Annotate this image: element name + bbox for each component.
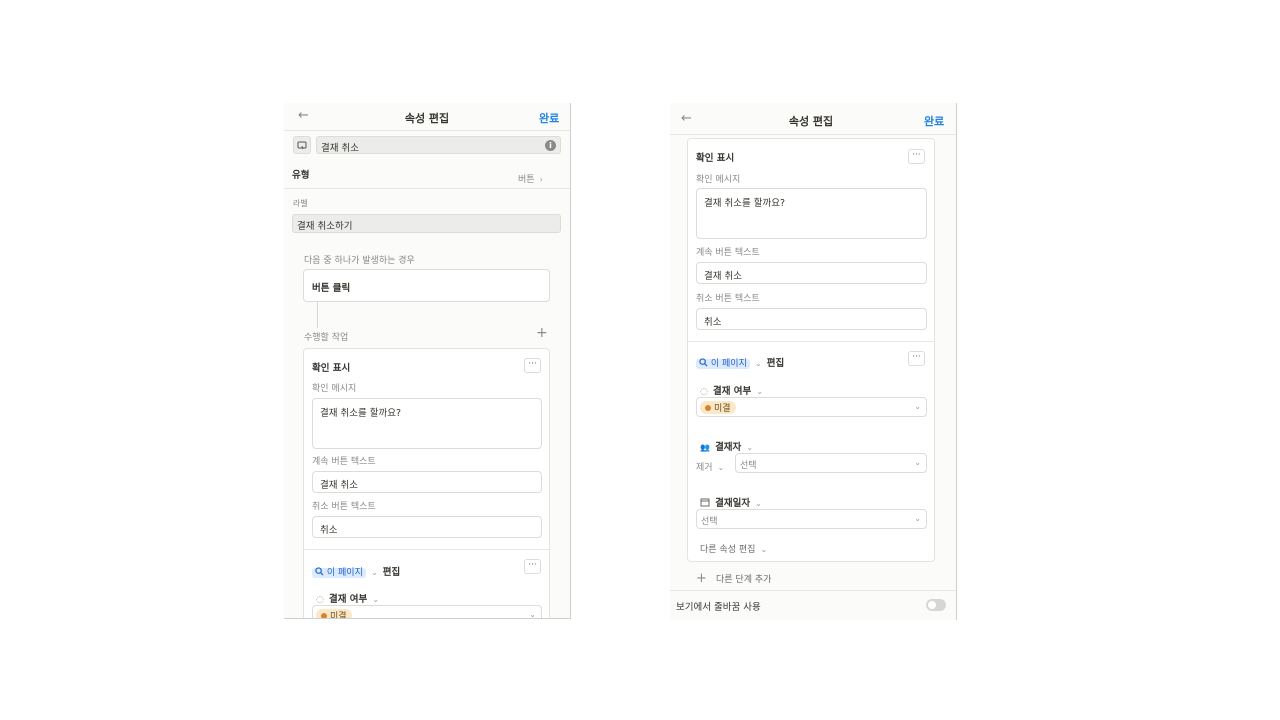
page-tag[interactable]: 이 페이지 ⌄ 편집 (312, 560, 400, 579)
type-label: 유형 (292, 170, 310, 181)
cancel-label: 취소 버튼 텍스트 (696, 294, 760, 304)
person-select[interactable]: 선택 ⌄ (735, 453, 927, 473)
search-icon (315, 567, 324, 576)
right-edit-property-panel: ← 속성 편집 완료 확인 표시 ··· 확인 메시지 결재 취소를 할까요? … (670, 103, 957, 620)
property-name-value: 결재 취소 (321, 143, 359, 154)
status-property-name: 결재 여부 (328, 594, 368, 605)
actions-heading: 수행할 작업 (304, 333, 349, 343)
page-tag[interactable]: 이 페이지 ⌄ 편집 (696, 351, 784, 370)
status-loading-icon: ◌ (700, 387, 708, 397)
person-mode-value: 제거 (696, 463, 713, 473)
chevron-down-icon: ⌄ (370, 568, 378, 577)
person-mode-select[interactable]: 제거 ⌄ (696, 455, 724, 474)
more-icon[interactable]: ··· (524, 358, 541, 373)
other-properties-label: 다른 속성 편집 (700, 545, 756, 555)
date-property-name: 결재일자 (715, 498, 751, 509)
cancel-field[interactable]: 취소 (696, 308, 927, 330)
status-value-tag: 미결 (316, 609, 352, 618)
message-field[interactable]: 결재 취소를 할까요? (696, 188, 927, 239)
confirm-title: 확인 표시 (312, 363, 351, 374)
edit-text: 편집 (766, 358, 785, 369)
wrap-toggle[interactable] (926, 599, 946, 611)
person-property[interactable]: 👥 결재자 ⌄ (700, 435, 753, 454)
status-select[interactable]: 미결 ⌄ (696, 397, 927, 417)
add-step-label: 다른 단계 추가 (716, 575, 772, 585)
chevron-down-icon: ⌄ (756, 387, 764, 396)
status-select[interactable]: 미결 ⌄ (312, 605, 542, 619)
status-property[interactable]: ◌ 결재 여부 ⌄ (700, 379, 763, 398)
status-value-tag: 미결 (700, 401, 736, 414)
chevron-right-icon: › (539, 175, 543, 184)
label-field[interactable]: 결재 취소하기 (292, 214, 561, 233)
date-select[interactable]: 선택 ⌄ (696, 509, 927, 529)
chevron-down-icon: ⌄ (754, 359, 762, 368)
message-label: 확인 메시지 (696, 175, 741, 185)
status-property[interactable]: ◌ 결재 여부 ⌄ (316, 587, 379, 606)
confirm-title: 확인 표시 (696, 153, 735, 164)
confirm-card: 확인 표시 ··· 확인 메시지 결재 취소를 할까요? 계속 버튼 텍스트 결… (303, 348, 550, 619)
type-value[interactable]: 버튼 › (518, 167, 543, 186)
message-label: 확인 메시지 (312, 384, 357, 394)
label-value: 결재 취소하기 (297, 221, 353, 232)
header-title: 속성 편집 (788, 115, 834, 128)
date-select-value: 선택 (701, 517, 718, 527)
continue-label: 계속 버튼 텍스트 (312, 457, 376, 467)
continue-label: 계속 버튼 텍스트 (696, 248, 760, 258)
chevron-down-icon: ⌄ (760, 545, 768, 554)
button-type-icon[interactable] (293, 136, 311, 154)
done-button[interactable]: 완료 (924, 113, 944, 129)
continue-field[interactable]: 결재 취소 (696, 262, 927, 284)
chevron-down-icon: ⌄ (717, 463, 725, 472)
chevron-down-icon: ⌄ (755, 499, 762, 508)
people-icon: 👥 (700, 443, 710, 452)
more-icon[interactable]: ··· (908, 149, 925, 164)
label-heading: 라벨 (293, 199, 308, 208)
cancel-label: 취소 버튼 텍스트 (312, 502, 376, 512)
chevron-down-icon: ⌄ (372, 595, 380, 604)
search-icon (699, 358, 708, 367)
message-value: 결재 취소를 할까요? (320, 408, 402, 419)
continue-field[interactable]: 결재 취소 (312, 471, 542, 493)
chevron-down-icon: ⌄ (914, 514, 921, 523)
plus-icon: + (696, 571, 707, 586)
person-select-value: 선택 (740, 461, 757, 471)
chevron-down-icon: ⌄ (529, 610, 536, 619)
chevron-down-icon: ⌄ (746, 443, 754, 452)
message-field[interactable]: 결재 취소를 할까요? (312, 398, 542, 449)
continue-value: 결재 취소 (704, 271, 742, 282)
date-property[interactable]: 결재일자 ⌄ (700, 491, 762, 510)
left-edit-property-panel: ← 속성 편집 완료 결재 취소 i 유형 버튼 › 라벨 결재 취소하기 다음… (284, 103, 571, 619)
status-property-name: 결재 여부 (712, 386, 752, 397)
add-step-button[interactable]: + 다른 단계 추가 (696, 567, 771, 586)
action-card: 확인 표시 ··· 확인 메시지 결재 취소를 할까요? 계속 버튼 텍스트 결… (687, 138, 935, 562)
page-tag-label: 이 페이지 (312, 567, 366, 578)
trigger-value: 버튼 클릭 (312, 283, 351, 294)
more-icon[interactable]: ··· (524, 559, 541, 574)
edit-text: 편집 (382, 567, 401, 578)
add-action-icon[interactable]: + (536, 325, 548, 341)
status-loading-icon: ◌ (316, 595, 324, 605)
chevron-down-icon: ⌄ (914, 402, 921, 411)
continue-value: 결재 취소 (320, 480, 358, 491)
message-value: 결재 취소를 할까요? (704, 198, 786, 209)
more-icon[interactable]: ··· (908, 351, 925, 366)
done-button[interactable]: 완료 (539, 110, 559, 126)
cancel-value: 취소 (320, 525, 338, 536)
chevron-down-icon: ⌄ (914, 458, 921, 467)
trigger-heading: 다음 중 하나가 발생하는 경우 (304, 256, 415, 266)
header-title: 속성 편집 (404, 112, 450, 125)
cancel-field[interactable]: 취소 (312, 516, 542, 538)
other-properties-button[interactable]: 다른 속성 편집 ⌄ (700, 537, 767, 556)
property-name-field[interactable]: 결재 취소 i (316, 136, 561, 154)
calendar-icon (700, 498, 710, 507)
type-value-text: 버튼 (518, 175, 535, 185)
wrap-option-label: 보기에서 줄바꿈 사용 (676, 602, 761, 613)
info-icon[interactable]: i (545, 140, 556, 151)
trigger-field[interactable]: 버튼 클릭 (303, 269, 550, 302)
cancel-value: 취소 (704, 317, 722, 328)
page-tag-label: 이 페이지 (696, 358, 750, 369)
person-property-name: 결재자 (715, 442, 742, 453)
